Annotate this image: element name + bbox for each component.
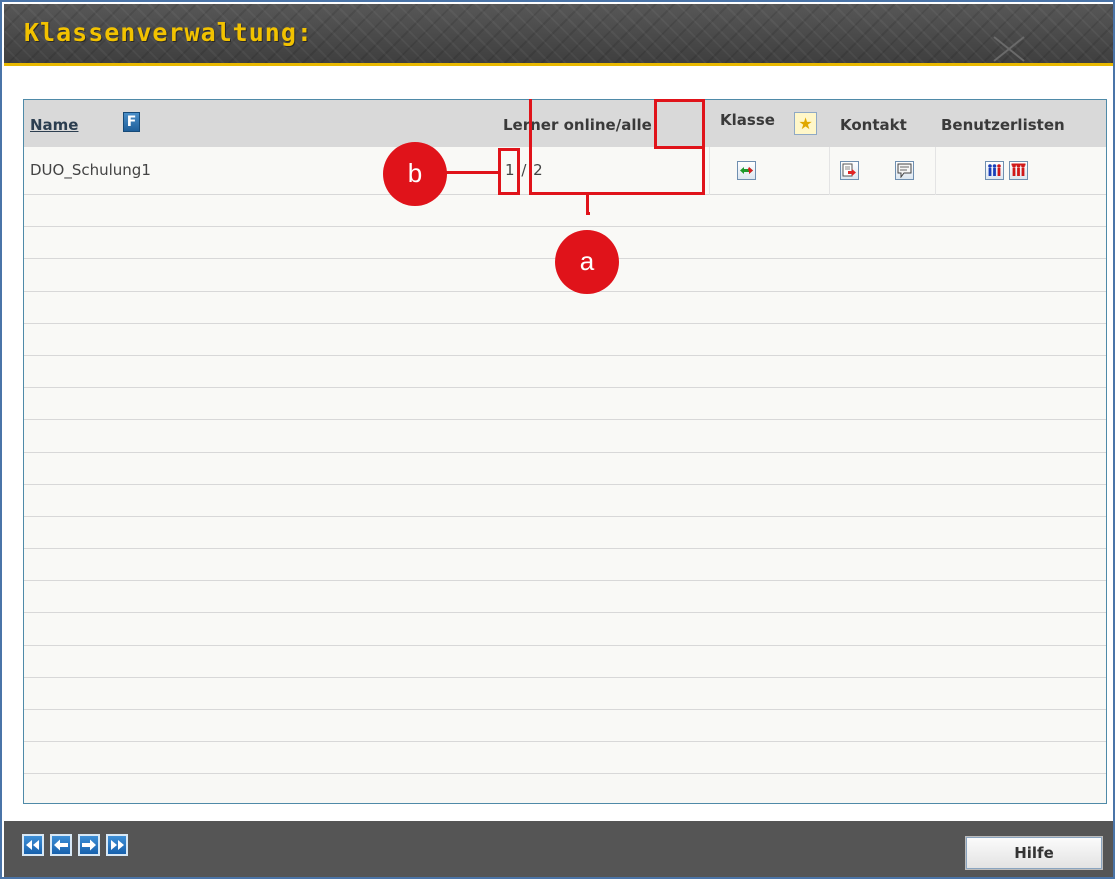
empty-row bbox=[24, 581, 1106, 614]
empty-row bbox=[24, 484, 1106, 517]
next-page-icon[interactable] bbox=[78, 834, 100, 856]
column-header-klasse: Klasse bbox=[720, 111, 775, 129]
empty-row bbox=[24, 677, 1106, 710]
annotation-marker-b: b bbox=[383, 142, 447, 206]
last-page-icon[interactable] bbox=[106, 834, 128, 856]
user-list-red-icon[interactable] bbox=[1009, 161, 1028, 180]
annotation-marker-a: a bbox=[555, 230, 619, 294]
empty-row bbox=[24, 710, 1106, 743]
column-header-lerner: Lerner online/alle bbox=[503, 116, 652, 134]
help-button[interactable]: Hilfe bbox=[965, 836, 1103, 870]
empty-row bbox=[24, 195, 1106, 228]
count-separator: / bbox=[521, 161, 527, 179]
empty-row bbox=[24, 291, 1106, 324]
column-divider bbox=[829, 147, 830, 195]
first-page-icon[interactable] bbox=[22, 834, 44, 856]
column-header-name[interactable]: Name bbox=[30, 116, 78, 134]
empty-row bbox=[24, 388, 1106, 421]
empty-row bbox=[24, 742, 1106, 775]
learner-count-cell: 1 / 2 bbox=[505, 161, 543, 179]
table-row[interactable]: DUO_Schulung1 1 / 2 bbox=[24, 147, 1106, 195]
column-divider bbox=[709, 147, 710, 195]
empty-row bbox=[24, 355, 1106, 389]
title-bar: Klassenverwaltung: bbox=[4, 4, 1113, 66]
filter-icon[interactable]: F bbox=[123, 112, 140, 132]
annotation-leader-b bbox=[442, 171, 499, 174]
class-table: Name F Lerner online/alle Klasse ★ Konta… bbox=[23, 99, 1107, 804]
online-count: 1 bbox=[505, 161, 515, 179]
column-divider bbox=[935, 147, 936, 195]
empty-row bbox=[24, 516, 1106, 550]
empty-row bbox=[24, 549, 1106, 582]
empty-row bbox=[24, 452, 1106, 485]
empty-row bbox=[24, 420, 1106, 453]
column-header-benutzerlisten: Benutzerlisten bbox=[941, 116, 1065, 134]
page-title: Klassenverwaltung: bbox=[24, 18, 313, 47]
empty-row bbox=[24, 645, 1106, 678]
empty-row bbox=[24, 323, 1106, 356]
total-count: 2 bbox=[533, 161, 543, 179]
decorative-cross-icon bbox=[993, 36, 1025, 62]
favorite-star-icon[interactable]: ★ bbox=[794, 112, 817, 135]
previous-page-icon[interactable] bbox=[50, 834, 72, 856]
empty-row bbox=[24, 613, 1106, 646]
column-header-kontakt: Kontakt bbox=[840, 116, 907, 134]
table-header: Name F Lerner online/alle Klasse ★ Konta… bbox=[24, 100, 1106, 147]
switch-class-icon[interactable] bbox=[737, 161, 756, 180]
user-list-blue-icon[interactable] bbox=[985, 161, 1004, 180]
main-window: Klassenverwaltung: Name F Lerner online/… bbox=[0, 0, 1115, 879]
send-message-icon[interactable] bbox=[840, 161, 859, 180]
class-name-cell[interactable]: DUO_Schulung1 bbox=[30, 161, 151, 179]
chat-icon[interactable] bbox=[895, 161, 914, 180]
footer-bar: Hilfe bbox=[4, 821, 1113, 877]
annotation-leader-a-h bbox=[586, 212, 590, 215]
